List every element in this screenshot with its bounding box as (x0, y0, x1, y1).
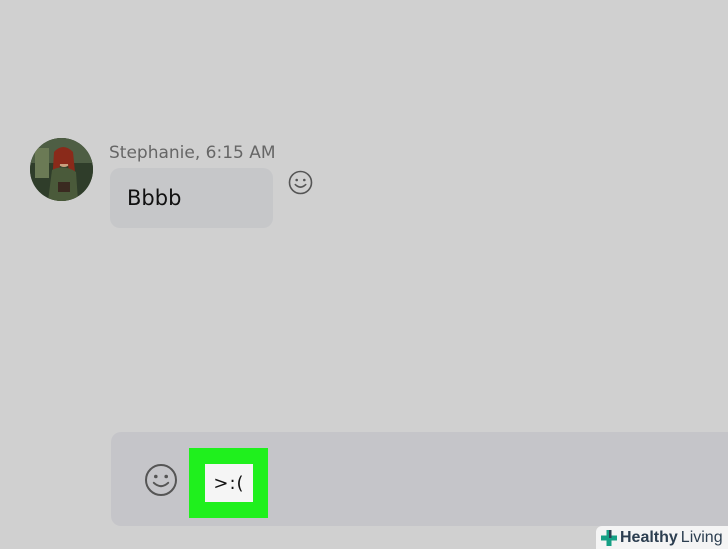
smiley-icon[interactable] (288, 170, 313, 195)
message-bubble[interactable]: Bbbb (110, 168, 273, 228)
avatar-image (30, 138, 93, 201)
message-input[interactable]: >:( (205, 464, 253, 502)
smiley-icon[interactable] (144, 463, 178, 497)
watermark-brand-bold: Healthy (620, 528, 678, 546)
message-text: Bbbb (127, 186, 182, 210)
avatar[interactable] (30, 138, 93, 201)
chat-area: Stephanie, 6:15 AM Bbbb >:(Healthy Livi… (0, 0, 728, 549)
sender-name-time: Stephanie, 6:15 AM (109, 143, 276, 163)
cross-icon (601, 529, 617, 546)
emoticon-text: >:( (213, 472, 245, 494)
watermark-brand-light: Living (680, 528, 723, 546)
highlight-box: >:( (189, 448, 268, 518)
watermark: Healthy Living (596, 526, 728, 549)
message-composer[interactable]: >:( (111, 432, 728, 526)
